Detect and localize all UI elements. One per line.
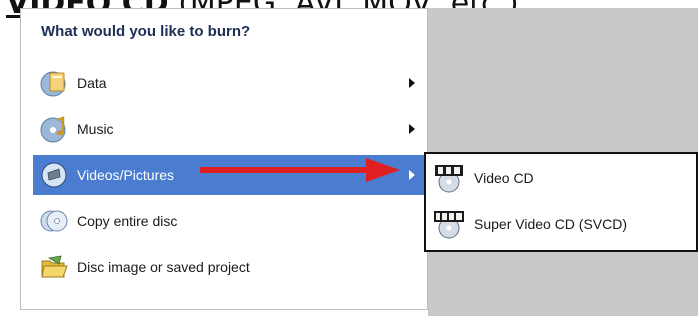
red-pointer-arrow-icon: [200, 158, 400, 182]
copy-disc-icon: [39, 206, 69, 236]
videos-submenu: Video CD Super Video CD (SVCD): [424, 152, 698, 252]
menu-item-label: Data: [77, 75, 107, 91]
submenu-item-label: Super Video CD (SVCD): [474, 216, 628, 232]
submenu-item-video-cd[interactable]: Video CD: [432, 158, 694, 198]
menu-item-music[interactable]: Music: [33, 109, 427, 149]
video-disc-icon: [39, 160, 69, 190]
open-folder-icon: [39, 252, 69, 282]
menu-item-copy-disc[interactable]: Copy entire disc: [33, 201, 427, 241]
menu-item-label: Copy entire disc: [77, 213, 178, 229]
submenu-item-svcd[interactable]: Super Video CD (SVCD): [432, 204, 694, 244]
submenu-arrow-icon: [409, 124, 415, 134]
svcd-icon: [432, 209, 466, 239]
submenu-arrow-icon: [409, 78, 415, 88]
submenu-item-label: Video CD: [474, 170, 534, 186]
menu-item-disc-image[interactable]: Disc image or saved project: [33, 247, 427, 287]
menu-title: What would you like to burn?: [41, 23, 251, 40]
submenu-arrow-icon: [409, 170, 415, 180]
menu-item-label: Videos/Pictures: [77, 167, 175, 183]
music-note-icon: [39, 114, 69, 144]
data-folder-icon: [39, 68, 69, 98]
menu-item-data[interactable]: Data: [33, 63, 427, 103]
menu-item-label: Disc image or saved project: [77, 259, 250, 275]
vcd-icon: [432, 163, 466, 193]
menu-item-label: Music: [77, 121, 114, 137]
